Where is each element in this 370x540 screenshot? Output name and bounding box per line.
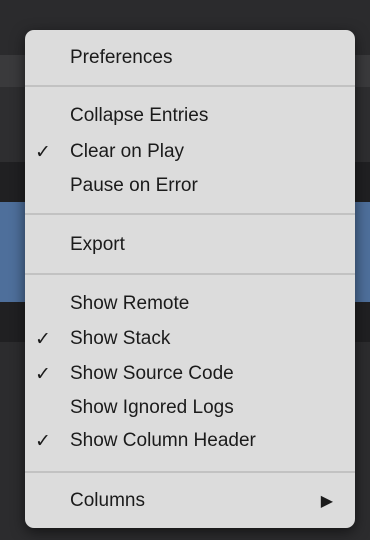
context-menu: Preferences Collapse Entries ✓ Clear on … <box>25 30 355 528</box>
menu-item-show-remote[interactable]: Show Remote <box>25 288 355 320</box>
menu-item-preferences[interactable]: Preferences <box>25 42 355 74</box>
checkmark-icon: ✓ <box>35 363 51 385</box>
checkmark-icon: ✓ <box>35 328 51 350</box>
menu-item-label: Pause on Error <box>70 175 198 196</box>
menu-separator <box>25 471 355 473</box>
menu-separator <box>25 213 355 215</box>
menu-item-clear-on-play[interactable]: ✓ Clear on Play <box>25 136 355 168</box>
menu-item-label: Show Ignored Logs <box>70 397 234 418</box>
menu-item-columns[interactable]: Columns ▶ <box>25 485 355 517</box>
menu-item-show-stack[interactable]: ✓ Show Stack <box>25 323 355 355</box>
menu-item-show-column-header[interactable]: ✓ Show Column Header <box>25 425 355 457</box>
menu-item-label: Collapse Entries <box>70 105 209 126</box>
menu-item-label: Clear on Play <box>70 141 185 162</box>
menu-item-pause-on-error[interactable]: Pause on Error <box>25 170 355 202</box>
checkmark-icon: ✓ <box>35 141 51 163</box>
menu-item-label: Show Column Header <box>70 430 256 451</box>
menu-item-label: Show Source Code <box>70 363 234 384</box>
menu-item-label: Export <box>70 234 125 255</box>
menu-item-label: Preferences <box>70 47 173 68</box>
menu-item-collapse-entries[interactable]: Collapse Entries <box>25 100 355 132</box>
checkmark-icon: ✓ <box>35 430 51 452</box>
menu-item-label: Show Stack <box>70 328 171 349</box>
submenu-arrow-icon: ▶ <box>320 491 333 510</box>
menu-item-export[interactable]: Export <box>25 229 355 261</box>
menu-separator <box>25 85 355 87</box>
menu-separator <box>25 273 355 275</box>
menu-item-label: Show Remote <box>70 293 190 314</box>
menu-item-show-ignored-logs[interactable]: Show Ignored Logs <box>25 392 355 424</box>
menu-item-label: Columns <box>70 490 145 511</box>
menu-item-show-source-code[interactable]: ✓ Show Source Code <box>25 358 355 390</box>
